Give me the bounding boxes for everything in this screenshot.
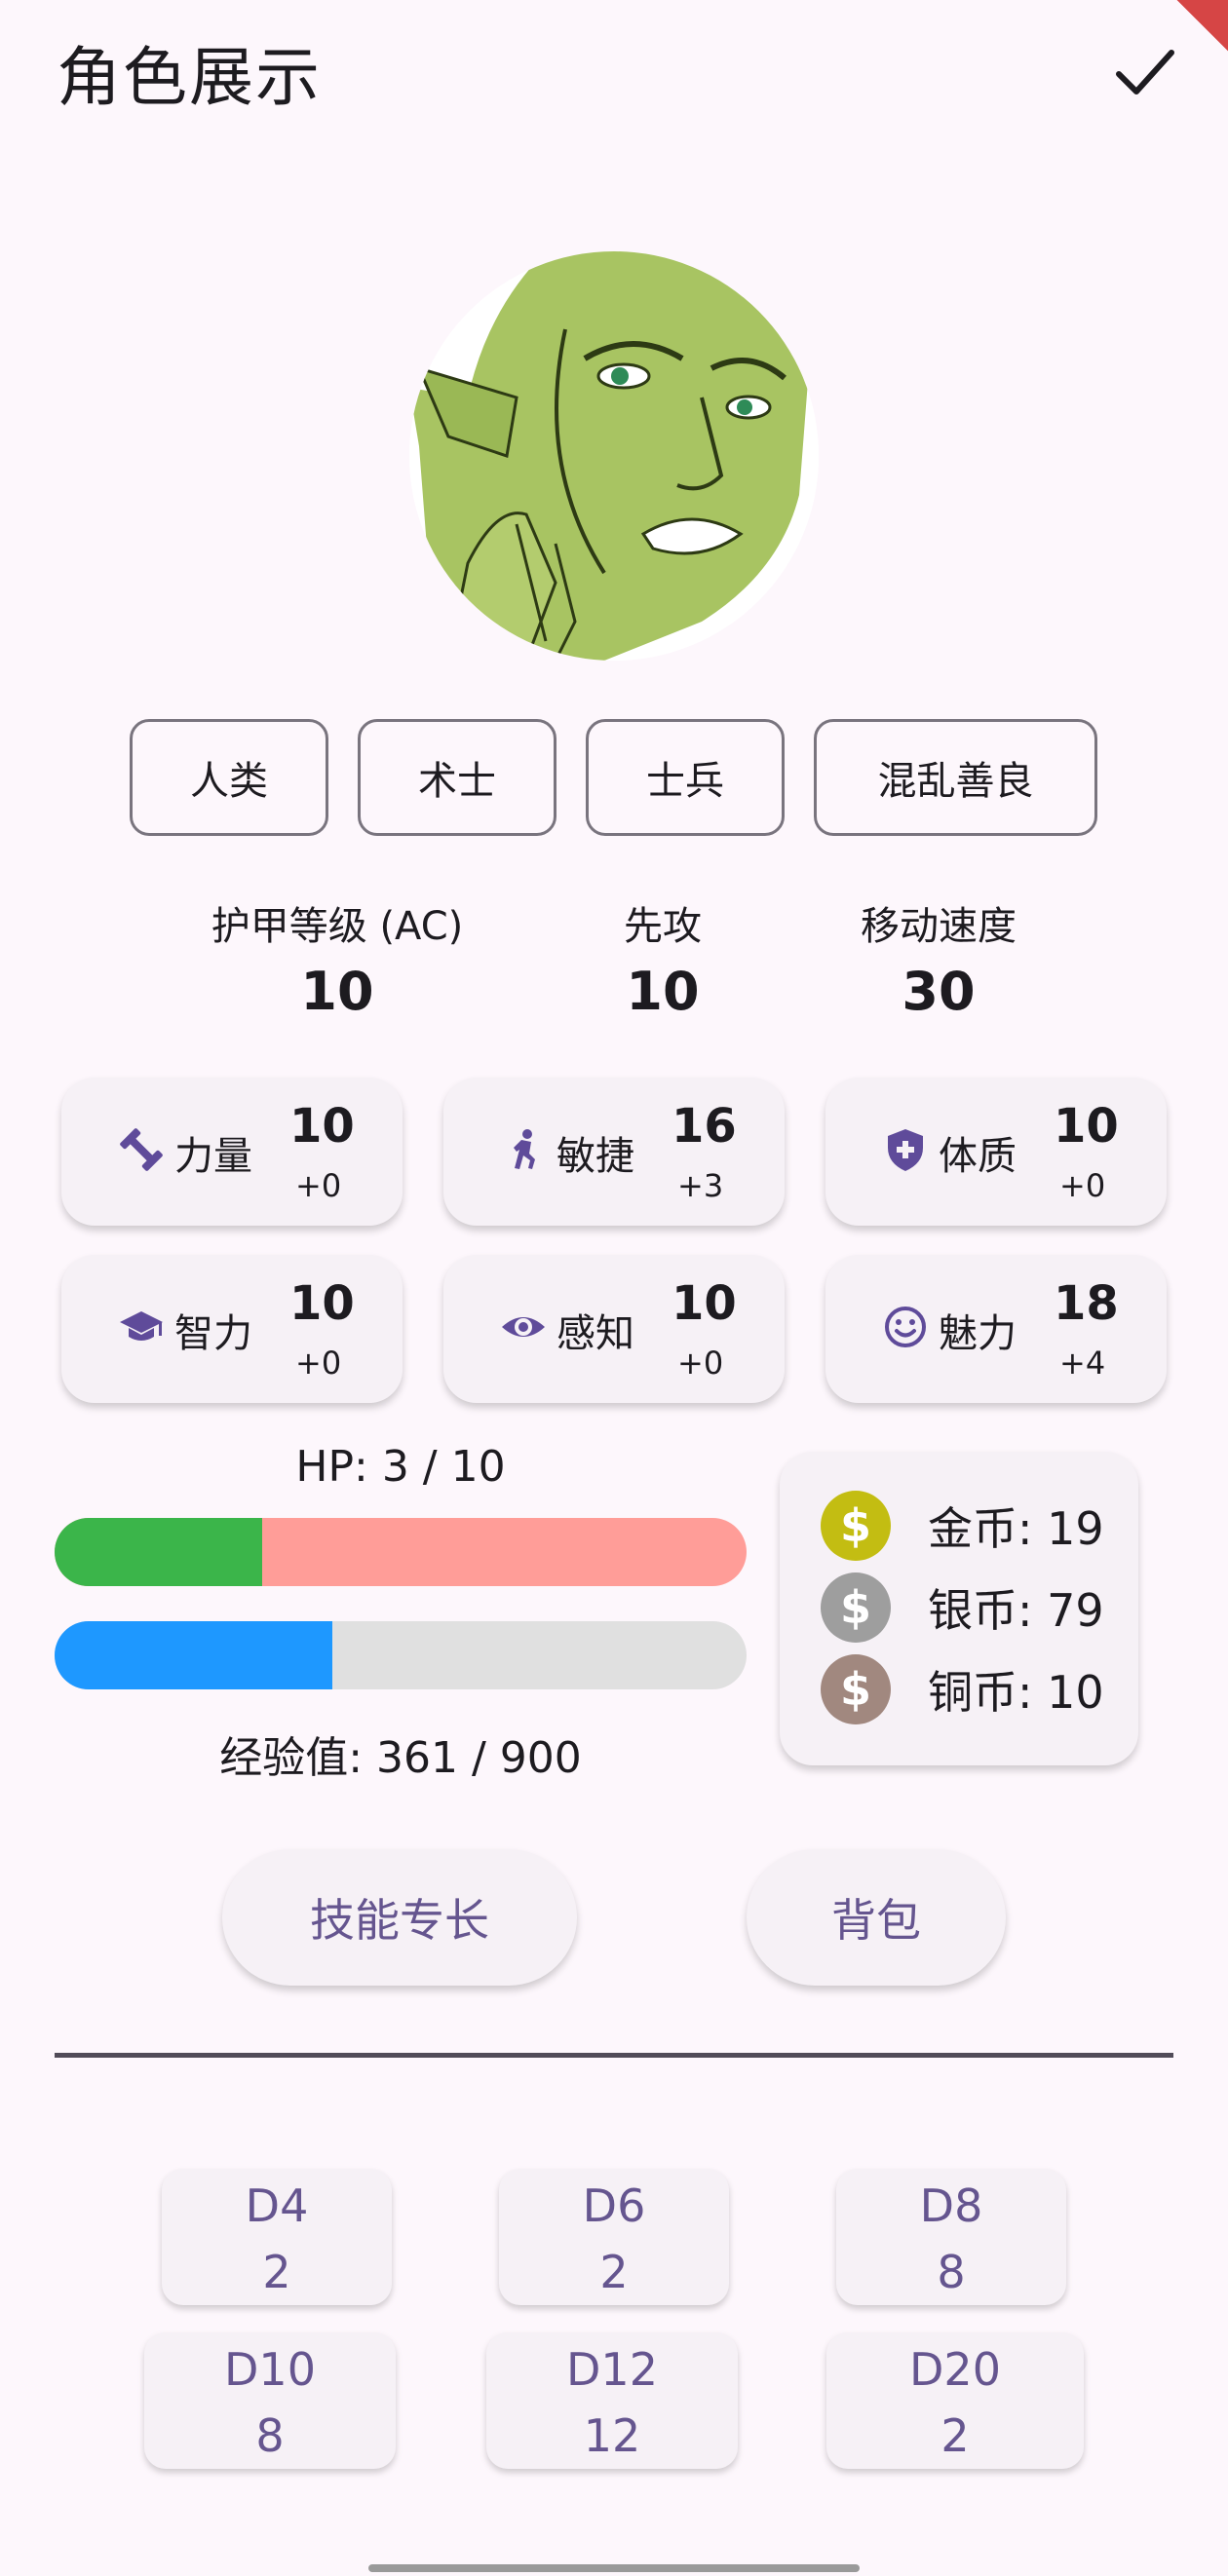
stat-label: 护甲等级 (AC): [211, 904, 464, 949]
die-count: 8: [255, 2409, 285, 2462]
die-d20[interactable]: D20 2: [826, 2332, 1084, 2469]
graduation-cap-icon: [120, 1311, 163, 1341]
ability-card-strength[interactable]: 力量 10 +0: [61, 1078, 403, 1226]
xp-bar-fill: [55, 1621, 332, 1689]
die-d10[interactable]: D10 8: [144, 2332, 396, 2469]
ability-score: 10: [672, 1276, 737, 1331]
ability-card-constitution[interactable]: 体质 10 +0: [825, 1078, 1167, 1226]
die-name: D4: [245, 2179, 309, 2232]
stat-value: 30: [902, 961, 976, 1022]
check-icon: [1116, 50, 1174, 95]
eye-icon: [502, 1317, 545, 1337]
stat-value: 10: [626, 961, 700, 1022]
stat-label: 移动速度: [861, 904, 1017, 949]
ability-name: 力量: [174, 1134, 252, 1179]
die-d12[interactable]: D12 12: [486, 2332, 738, 2469]
ability-card-dexterity[interactable]: 敏捷 16 +3: [443, 1078, 785, 1226]
avatar[interactable]: [409, 251, 819, 661]
ability-score: 10: [289, 1099, 355, 1154]
ability-modifier: +0: [295, 1167, 342, 1204]
ability-card-intelligence[interactable]: 智力 10 +0: [61, 1255, 403, 1403]
xp-bar: [55, 1621, 747, 1689]
ability-score: 10: [1054, 1099, 1119, 1154]
ability-score: 18: [1054, 1276, 1119, 1331]
coin-label: 银币: 79: [928, 1584, 1104, 1637]
confirm-button[interactable]: [1111, 39, 1179, 107]
ability-name: 魅力: [939, 1311, 1017, 1356]
die-count: 12: [583, 2409, 641, 2462]
die-name: D6: [582, 2179, 646, 2232]
coin-panel[interactable]: $ 金币: 19 $ 银币: 79 $ 铜币: 10: [780, 1452, 1138, 1765]
die-count: 2: [599, 2246, 629, 2298]
coin-row-copper: $ 铜币: 10: [821, 1654, 1104, 1724]
tag-race[interactable]: 人类: [130, 719, 328, 836]
page-title: 角色展示: [57, 40, 322, 115]
ability-modifier: +0: [295, 1345, 342, 1382]
die-count: 8: [937, 2246, 966, 2298]
ability-modifier: +0: [1059, 1167, 1106, 1204]
ability-card-charisma[interactable]: 魅力 18 +4: [825, 1255, 1167, 1403]
dollar-coin-icon: $: [821, 1572, 891, 1643]
coin-label: 铜币: 10: [928, 1666, 1104, 1719]
die-d6[interactable]: D6 2: [499, 2169, 729, 2305]
tag-class[interactable]: 术士: [358, 719, 556, 836]
dollar-coin-icon: $: [821, 1654, 891, 1724]
stat-value: 10: [300, 961, 374, 1022]
coin-row-gold: $ 金币: 19: [821, 1491, 1104, 1561]
die-name: D10: [224, 2343, 316, 2396]
ability-score: 16: [672, 1099, 737, 1154]
die-name: D12: [566, 2343, 658, 2396]
ability-name: 感知: [556, 1311, 634, 1356]
die-name: D20: [909, 2343, 1001, 2396]
tag-alignment[interactable]: 混乱善良: [814, 719, 1097, 836]
stat-speed: 移动速度 30: [822, 894, 1055, 1022]
dumbbell-icon: [120, 1128, 163, 1171]
hp-label: HP: 3 / 10: [295, 1442, 506, 1492]
xp-label: 经验值: 361 / 900: [219, 1733, 582, 1783]
coin-row-silver: $ 银币: 79: [821, 1572, 1104, 1643]
ability-modifier: +4: [1059, 1345, 1106, 1382]
home-indicator[interactable]: [368, 2564, 860, 2572]
dollar-coin-icon: $: [821, 1491, 891, 1561]
hp-bar: [55, 1518, 747, 1586]
inventory-button[interactable]: 背包: [747, 1849, 1006, 1986]
die-name: D8: [919, 2179, 983, 2232]
die-d4[interactable]: D4 2: [162, 2169, 392, 2305]
ability-name: 智力: [174, 1311, 252, 1356]
die-count: 2: [262, 2246, 291, 2298]
smiley-icon: [885, 1307, 926, 1347]
tag-background[interactable]: 士兵: [586, 719, 785, 836]
skills-button[interactable]: 技能专长: [222, 1849, 577, 1986]
ability-modifier: +0: [677, 1345, 724, 1382]
hp-bar-fill: [55, 1518, 262, 1586]
ability-card-wisdom[interactable]: 感知 10 +0: [443, 1255, 785, 1403]
stat-label: 先攻: [624, 904, 702, 949]
ability-name: 敏捷: [556, 1134, 634, 1179]
stat-armor-class: 护甲等级 (AC) 10: [191, 894, 483, 1022]
ability-modifier: +3: [677, 1167, 724, 1204]
ability-score: 10: [289, 1276, 355, 1331]
ability-name: 体质: [939, 1134, 1017, 1179]
die-d8[interactable]: D8 8: [836, 2169, 1066, 2305]
stat-initiative: 先攻 10: [565, 894, 760, 1022]
running-person-icon: [514, 1129, 535, 1169]
coin-label: 金币: 19: [928, 1502, 1104, 1555]
die-count: 2: [940, 2409, 970, 2462]
shield-plus-icon: [888, 1129, 923, 1171]
divider: [55, 2053, 1173, 2058]
